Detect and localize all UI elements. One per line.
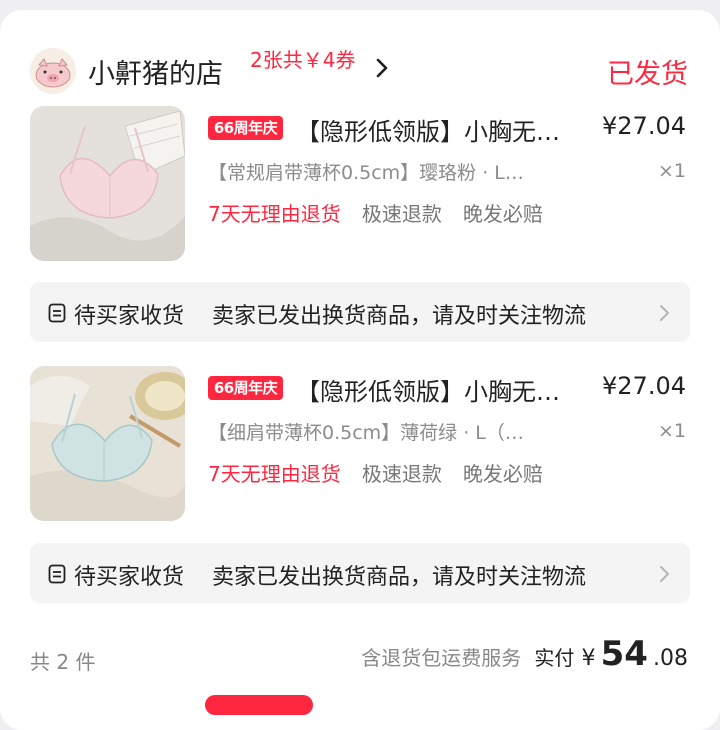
shop-header[interactable]: 小鼾猪的店 2张共￥4券 已发货 (0, 10, 720, 110)
fast-refund-tag: 极速退款 (361, 462, 442, 486)
shop-name[interactable]: 小鼾猪的店 (88, 52, 223, 91)
fast-refund-tag: 极速退款 (361, 202, 442, 226)
logistics-notice[interactable]: 待买家收货 卖家已发出换货商品，请及时关注物流 (30, 543, 690, 603)
item-count: 共 2 件 (30, 650, 96, 674)
chevron-right-icon[interactable] (658, 565, 670, 583)
logistics-notice[interactable]: 待买家收货 卖家已发出换货商品，请及时关注物流 (30, 282, 690, 342)
return-shipping-service: 含退货包运费服务 (361, 646, 522, 670)
order-item[interactable]: 66周年庆 【隐形低领版】小胸无… ¥27.04 【常规肩带薄杯0.5cm】璎珞… (0, 106, 720, 266)
product-spec: 【常规肩带薄杯0.5cm】璎珞粉 · L… (208, 162, 524, 184)
action-button[interactable] (205, 695, 313, 715)
total-amount: 含退货包运费服务 实付 ¥ 54 .08 (361, 634, 688, 674)
amount-integer: 54 (600, 634, 648, 674)
product-quantity: ×1 (657, 160, 686, 182)
notice-status: 待买家收货 (74, 565, 185, 590)
product-price: ¥27.04 (602, 112, 686, 140)
order-item[interactable]: 66周年庆 【隐形低领版】小胸无… ¥27.04 【细肩带薄杯0.5cm】薄荷绿… (0, 366, 720, 526)
service-tags: 7天无理由退货 极速退款 晚发必赔 (208, 458, 559, 487)
document-icon (48, 303, 66, 323)
product-title[interactable]: 【隐形低领版】小胸无… (296, 372, 596, 407)
currency-symbol: ¥ (581, 646, 596, 671)
product-quantity: ×1 (657, 420, 686, 442)
return-policy-tag: 7天无理由退货 (208, 202, 341, 226)
coupon-label[interactable]: 2张共￥4券 (250, 44, 355, 73)
amount-decimal: .08 (653, 646, 688, 671)
product-title[interactable]: 【隐形低领版】小胸无… (296, 112, 596, 147)
product-thumbnail[interactable] (30, 106, 185, 261)
notice-message: 卖家已发出换货商品，请及时关注物流 (212, 304, 587, 329)
service-tags: 7天无理由退货 极速退款 晚发必赔 (208, 198, 559, 227)
order-card[interactable]: 小鼾猪的店 2张共￥4券 已发货 66周年庆 【隐形低领版】小胸无… ¥27.0… (0, 10, 720, 730)
return-policy-tag: 7天无理由退货 (208, 462, 341, 486)
order-summary: 共 2 件 含退货包运费服务 实付 ¥ 54 .08 (0, 630, 720, 690)
paid-label: 实付 (534, 646, 575, 670)
product-spec: 【细肩带薄杯0.5cm】薄荷绿 · L（… (208, 422, 524, 444)
anniversary-badge: 66周年庆 (208, 376, 283, 400)
late-compensation-tag: 晚发必赔 (462, 462, 543, 486)
chevron-right-icon[interactable] (372, 56, 392, 80)
product-price: ¥27.04 (602, 372, 686, 400)
chevron-right-icon[interactable] (658, 304, 670, 322)
anniversary-badge: 66周年庆 (208, 116, 283, 140)
document-icon (48, 564, 66, 584)
notice-message: 卖家已发出换货商品，请及时关注物流 (212, 565, 587, 590)
order-status: 已发货 (607, 59, 688, 90)
notice-status: 待买家收货 (74, 304, 185, 329)
pig-avatar-icon (30, 48, 76, 94)
late-compensation-tag: 晚发必赔 (462, 202, 543, 226)
product-thumbnail[interactable] (30, 366, 185, 521)
